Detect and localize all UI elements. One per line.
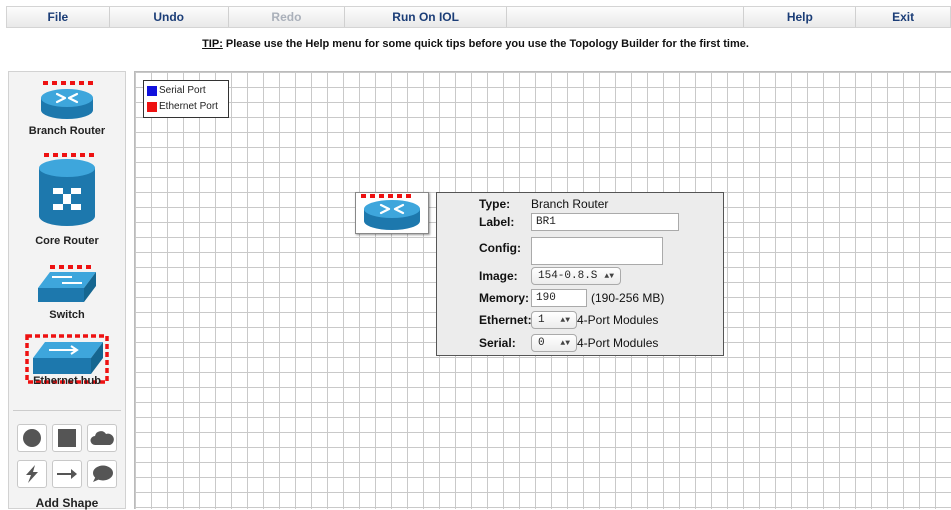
lightning-icon xyxy=(26,465,38,483)
prop-memory-label: Memory: xyxy=(479,291,530,305)
label-input[interactable]: BR1 xyxy=(531,213,679,231)
add-cloud-button[interactable] xyxy=(87,424,117,452)
palette-label-branch-router: Branch Router xyxy=(28,125,106,137)
legend-serial-port: Serial Port xyxy=(147,83,228,99)
palette-label-switch: Switch xyxy=(49,309,85,321)
prop-type-row: Type: Branch Router xyxy=(479,197,608,211)
add-arrow-button[interactable] xyxy=(52,460,82,488)
serial-port-swatch xyxy=(147,86,157,96)
add-square-button[interactable] xyxy=(52,424,82,452)
add-speech-bubble-button[interactable] xyxy=(87,460,117,488)
image-select-value: 154-0.8.S xyxy=(538,270,598,282)
prop-ethernet-row: Ethernet: 1 ▲▼ 4-Port Modules xyxy=(479,311,658,329)
tip-text: Please use the Help menu for some quick … xyxy=(222,38,749,50)
port-legend: Serial Port Ethernet Port xyxy=(143,80,229,118)
ethernet-select-value: 1 xyxy=(538,314,545,326)
menu-help[interactable]: Help xyxy=(744,7,857,27)
prop-serial-label: Serial: xyxy=(479,336,516,350)
tip-prefix: TIP: xyxy=(202,38,223,50)
palette-branch-router[interactable]: Branch Router xyxy=(9,80,125,137)
topology-canvas[interactable]: Serial Port Ethernet Port Type: Branch R… xyxy=(134,71,951,509)
switch-icon xyxy=(38,265,96,302)
ethernet-suffix: 4-Port Modules xyxy=(577,313,659,327)
speech-bubble-icon xyxy=(93,465,113,482)
menu-spacer xyxy=(507,7,745,27)
palette-ethernet-hub[interactable]: Ethernet hub xyxy=(9,334,125,387)
shapes-divider xyxy=(13,410,121,411)
core-router-icon xyxy=(39,153,95,226)
legend-ethernet-label: Ethernet Port xyxy=(159,101,218,112)
add-lightning-button[interactable] xyxy=(17,460,47,488)
menu-exit[interactable]: Exit xyxy=(856,7,950,27)
prop-label-row: Label: BR1 xyxy=(479,213,679,231)
legend-serial-label: Serial Port xyxy=(159,85,206,96)
updown-arrows-icon: ▲▼ xyxy=(560,338,570,348)
palette-label-core-router: Core Router xyxy=(35,235,99,247)
memory-range: (190-256 MB) xyxy=(591,291,665,305)
prop-config-label: Config: xyxy=(479,241,521,255)
add-circle-button[interactable] xyxy=(17,424,47,452)
arrow-icon xyxy=(57,469,77,479)
menu-run-on-iol[interactable]: Run On IOL xyxy=(345,7,507,27)
prop-ethernet-label: Ethernet: xyxy=(479,313,532,327)
ethernet-port-swatch xyxy=(147,102,157,112)
prop-memory-row: Memory: 190 (190-256 MB) xyxy=(479,289,664,307)
prop-image-row: Image: 154-0.8.S ▲▼ xyxy=(479,267,621,285)
menu-redo[interactable]: Redo xyxy=(229,7,346,27)
branch-router-icon xyxy=(41,81,93,119)
placed-branch-router-node[interactable] xyxy=(355,192,429,234)
image-select[interactable]: 154-0.8.S ▲▼ xyxy=(531,267,621,285)
prop-type-label: Type: xyxy=(479,197,511,211)
node-properties-panel: Type: Branch Router Label: BR1 Config: I… xyxy=(436,192,724,356)
menu-bar: File Undo Redo Run On IOL Help Exit xyxy=(6,6,951,28)
updown-arrows-icon: ▲▼ xyxy=(560,315,570,325)
palette-core-router[interactable]: Core Router xyxy=(9,152,125,247)
add-shape-label: Add Shape xyxy=(35,496,99,510)
prop-label-label: Label: xyxy=(479,215,515,229)
device-palette: Branch Router Core Router Switch Etherne… xyxy=(8,71,126,510)
circle-icon xyxy=(23,429,41,447)
palette-switch[interactable]: Switch xyxy=(9,264,125,321)
tip-banner: TIP: Please use the Help menu for some q… xyxy=(0,38,951,50)
config-textarea[interactable] xyxy=(531,237,663,265)
prop-type-value: Branch Router xyxy=(531,197,609,211)
cloud-icon xyxy=(90,431,114,445)
memory-input[interactable]: 190 xyxy=(531,289,587,307)
serial-modules-select[interactable]: 0 ▲▼ xyxy=(531,334,577,352)
menu-file[interactable]: File xyxy=(7,7,110,27)
legend-ethernet-port: Ethernet Port xyxy=(147,99,228,115)
serial-suffix: 4-Port Modules xyxy=(577,336,659,350)
prop-serial-row: Serial: 0 ▲▼ 4-Port Modules xyxy=(479,334,658,352)
serial-select-value: 0 xyxy=(538,337,545,349)
branch-router-icon xyxy=(361,194,420,230)
menu-undo[interactable]: Undo xyxy=(110,7,229,27)
updown-arrows-icon: ▲▼ xyxy=(604,271,614,281)
ethernet-modules-select[interactable]: 1 ▲▼ xyxy=(531,311,577,329)
square-icon xyxy=(58,429,76,447)
prop-config-row: Config: xyxy=(479,237,663,265)
prop-image-label: Image: xyxy=(479,269,518,283)
